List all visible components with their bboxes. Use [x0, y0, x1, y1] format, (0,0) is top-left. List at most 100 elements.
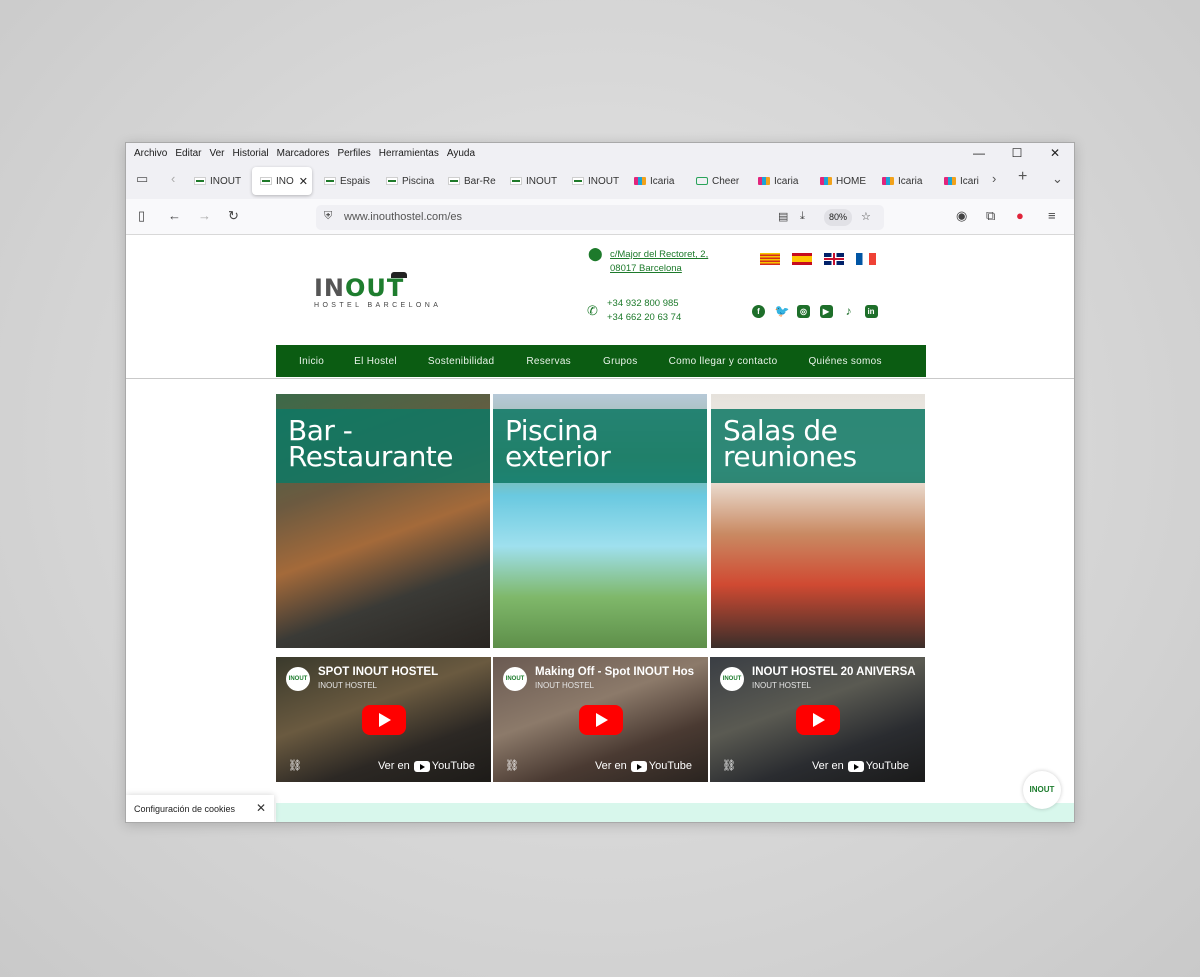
list-tabs-icon[interactable]: ⌄ [1052, 171, 1063, 187]
app-menu-icon[interactable]: ≡ [1048, 208, 1056, 223]
catalan-flag-icon[interactable] [760, 253, 780, 265]
menu-archivo[interactable]: Archivo [130, 148, 171, 159]
nav-item-grupos[interactable]: Grupos [603, 356, 638, 367]
scroll-tabs-left-icon[interactable]: ‹ [171, 171, 175, 186]
card-title-line: exterior [505, 440, 611, 473]
phone-line2[interactable]: +34 662 20 63 74 [607, 311, 681, 325]
shield-icon[interactable]: ⛨ [324, 210, 332, 223]
tab-item[interactable]: Cheer [688, 167, 750, 195]
channel-avatar[interactable]: INOUT [720, 667, 744, 691]
copy-link-icon[interactable]: ⛓ [722, 759, 736, 772]
play-button[interactable] [579, 705, 623, 735]
video-embed[interactable]: INOUT Making Off - Spot INOUT Hos INOUT … [493, 657, 708, 782]
video-title[interactable]: SPOT INOUT HOSTEL [318, 666, 438, 678]
card-title-line: Restaurante [288, 440, 454, 473]
back-icon[interactable]: ← [168, 208, 181, 223]
close-window-button[interactable]: ✕ [1036, 143, 1074, 163]
tab-item-active[interactable]: INO ✕ [252, 167, 312, 195]
reload-icon[interactable]: ↻ [228, 208, 239, 224]
cookie-settings-label[interactable]: Configuración de cookies [134, 804, 235, 814]
play-button[interactable] [796, 705, 840, 735]
video-channel: INOUT HOSTEL [752, 681, 811, 690]
video-embed[interactable]: INOUT SPOT INOUT HOSTEL INOUT HOSTEL ⛓ V… [276, 657, 491, 782]
minimize-button[interactable]: — [960, 143, 998, 163]
forward-icon[interactable]: → [198, 208, 211, 223]
channel-avatar[interactable]: INOUT [503, 667, 527, 691]
floating-inout-logo[interactable]: INOUT [1023, 771, 1061, 809]
tab-groups-icon[interactable]: ▭ [136, 171, 148, 187]
account-icon[interactable]: ◉ [956, 208, 967, 224]
sidebar-icon[interactable]: ▯ [138, 208, 145, 224]
menu-ver[interactable]: Ver [205, 148, 228, 159]
download-icon[interactable]: ⤓ [800, 210, 805, 223]
nav-item-reservas[interactable]: Reservas [526, 356, 571, 367]
tab-item[interactable]: INOUT [564, 167, 626, 195]
video-embed[interactable]: INOUT INOUT HOSTEL 20 ANIVERSA INOUT HOS… [710, 657, 925, 782]
spanish-flag-icon[interactable] [792, 253, 812, 265]
site-logo[interactable]: INOUT HOSTEL BARCELONA [314, 272, 474, 315]
maximize-button[interactable]: ☐ [998, 143, 1036, 163]
channel-avatar[interactable]: INOUT [286, 667, 310, 691]
card-salas-reuniones[interactable]: Salas de reuniones [711, 394, 925, 648]
video-title[interactable]: Making Off - Spot INOUT Hos [535, 666, 694, 678]
copy-link-icon[interactable]: ⛓ [505, 759, 519, 772]
address-link[interactable]: c/Major del Rectoret, 2, 08017 Barcelona [610, 248, 708, 276]
tab-item[interactable]: INOUT [502, 167, 564, 195]
nav-item-quienes-somos[interactable]: Quiénes somos [808, 356, 881, 367]
tab-label: Icari [960, 175, 979, 187]
tab-label: Bar-Re [464, 175, 496, 187]
linkedin-icon[interactable]: in [864, 305, 878, 318]
english-flag-icon[interactable] [824, 253, 844, 265]
bookmark-star-icon[interactable]: ☆ [861, 210, 871, 223]
french-flag-icon[interactable] [856, 253, 876, 265]
cookie-settings-banner[interactable]: Configuración de cookies ✕ [126, 795, 274, 822]
watch-on-youtube-button[interactable]: Ver en YouTube [378, 760, 475, 772]
menu-editar[interactable]: Editar [171, 148, 205, 159]
nav-item-inicio[interactable]: Inicio [299, 356, 324, 367]
reader-view-icon[interactable]: ▤ [778, 210, 788, 223]
tiktok-icon[interactable]: ♪ [842, 305, 855, 318]
menu-herramientas[interactable]: Herramientas [375, 148, 443, 159]
menu-perfiles[interactable]: Perfiles [333, 148, 374, 159]
instagram-icon[interactable]: ◎ [797, 305, 810, 318]
card-title: Bar - Restaurante [288, 417, 454, 473]
new-tab-icon[interactable]: + [1018, 168, 1027, 186]
extensions-icon[interactable]: ⧉ [986, 208, 995, 224]
phone-line1[interactable]: +34 932 800 985 [607, 297, 681, 311]
watch-on-youtube-button[interactable]: Ver en YouTube [812, 760, 909, 772]
twitter-icon[interactable]: 🐦 [775, 305, 790, 318]
close-icon[interactable]: ✕ [256, 801, 266, 815]
play-button[interactable] [362, 705, 406, 735]
video-title[interactable]: INOUT HOSTEL 20 ANIVERSA [752, 666, 916, 678]
copy-link-icon[interactable]: ⛓ [288, 759, 302, 772]
tab-label: Icaria [898, 175, 923, 187]
scroll-tabs-right-icon[interactable]: › [992, 171, 996, 186]
tab-label: Cheer [712, 175, 740, 187]
youtube-icon[interactable]: ▶ [819, 305, 833, 318]
tab-item[interactable]: Icaria [626, 167, 688, 195]
nav-item-como-llegar[interactable]: Como llegar y contacto [669, 356, 778, 367]
tab-item[interactable]: Piscina [378, 167, 440, 195]
card-piscina-exterior[interactable]: Piscina exterior [493, 394, 707, 648]
nav-item-el-hostel[interactable]: El Hostel [354, 356, 397, 367]
close-tab-icon[interactable]: ✕ [299, 175, 308, 188]
phone-icon: ✆ [587, 303, 598, 318]
tab-item[interactable]: Icari [936, 167, 982, 195]
nav-item-sostenibilidad[interactable]: Sostenibilidad [428, 356, 494, 367]
extension-addon-icon[interactable]: ● [1016, 208, 1024, 223]
url-bar[interactable]: ⛨ www.inouthostel.com/es ▤ ⤓ 80% ☆ [316, 205, 884, 230]
menu-historial[interactable]: Historial [229, 148, 273, 159]
facebook-icon[interactable]: f [752, 305, 765, 318]
url-text[interactable]: www.inouthostel.com/es [344, 211, 462, 223]
tab-item[interactable]: Icaria [750, 167, 812, 195]
menu-ayuda[interactable]: Ayuda [443, 148, 479, 159]
tab-item[interactable]: INOUT [186, 167, 248, 195]
zoom-badge[interactable]: 80% [824, 209, 852, 226]
menu-marcadores[interactable]: Marcadores [273, 148, 334, 159]
tab-item[interactable]: Espais [316, 167, 378, 195]
tab-item[interactable]: HOME [812, 167, 874, 195]
tab-item[interactable]: Icaria [874, 167, 936, 195]
card-bar-restaurante[interactable]: Bar - Restaurante [276, 394, 490, 648]
tab-item[interactable]: Bar-Re [440, 167, 502, 195]
watch-on-youtube-button[interactable]: Ver en YouTube [595, 760, 692, 772]
